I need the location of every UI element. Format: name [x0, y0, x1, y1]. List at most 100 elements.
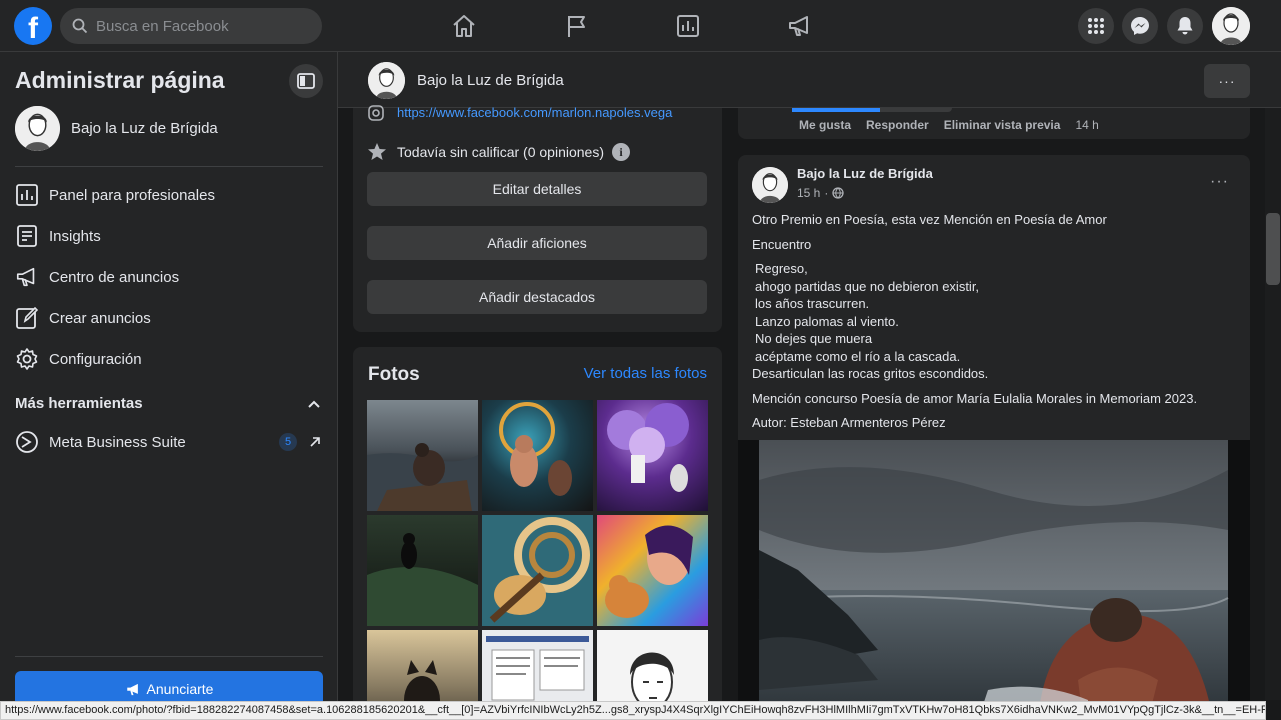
like-link[interactable]: Me gusta — [799, 118, 851, 132]
sidebar-page-profile[interactable]: Bajo la Luz de Brígida — [15, 106, 218, 151]
menu-grid-button[interactable] — [1078, 8, 1114, 44]
portrait-icon — [1212, 7, 1250, 45]
sidebar-item-meta-business-suite[interactable]: Meta Business Suite 5 — [15, 424, 323, 460]
photo-thumbnail[interactable] — [597, 400, 708, 511]
sidebar-item-professional-dashboard[interactable]: Panel para profesionales — [15, 177, 323, 213]
divider — [15, 656, 323, 657]
photo-grid — [367, 400, 708, 720]
reply-link[interactable]: Responder — [866, 118, 929, 132]
promote-button-label: Anunciarte — [146, 681, 214, 697]
facebook-logo[interactable]: f — [14, 7, 52, 45]
page-avatar — [15, 106, 60, 151]
sidebar-item-create-ads[interactable]: Crear anuncios — [15, 300, 323, 336]
search-icon — [72, 18, 88, 34]
scrollbar-thumb[interactable] — [1266, 213, 1280, 285]
post-options-button[interactable]: ··· — [1210, 173, 1229, 191]
gear-icon — [16, 348, 38, 370]
external-link-icon[interactable] — [309, 436, 321, 448]
photo-image — [367, 533, 478, 626]
portrait-icon — [15, 106, 60, 151]
photo-image — [607, 403, 689, 492]
meta-business-suite-icon — [16, 431, 38, 453]
post-line: Encuentro — [752, 236, 812, 252]
megaphone-icon[interactable] — [783, 10, 817, 42]
post-line: Otro Premio en Poesía, esta vez Mención … — [752, 212, 1107, 227]
chart-icon[interactable] — [671, 10, 705, 42]
dashboard-icon — [16, 184, 38, 206]
star-icon — [368, 143, 386, 160]
megaphone-icon — [16, 267, 35, 287]
profile-link[interactable]: https://www.facebook.com/marlon.napoles.… — [397, 105, 672, 120]
photo-thumbnail[interactable] — [482, 515, 593, 626]
sidebar-item-label: Panel para profesionales — [49, 186, 215, 204]
post-author-avatar[interactable] — [752, 167, 788, 203]
flag-icon[interactable] — [560, 10, 594, 42]
notifications-button[interactable] — [1167, 8, 1203, 44]
sidebar-item-insights[interactable]: Insights — [15, 218, 323, 254]
edit-details-button[interactable]: Editar detalles — [367, 172, 707, 206]
instagram-icon — [368, 105, 384, 121]
post-line: Mención concurso Poesía de amor María Eu… — [752, 390, 1198, 406]
sidebar-item-settings[interactable]: Configuración — [15, 341, 323, 377]
sidebar-toggle-icon — [297, 73, 315, 89]
link-preview-bar — [792, 108, 952, 112]
add-hobbies-button[interactable]: Añadir aficiones — [367, 226, 707, 260]
rating-row: Todavía sin calificar (0 opiniones) i — [367, 142, 630, 162]
messenger-button[interactable] — [1122, 8, 1158, 44]
sidebar-item-label: Centro de anuncios — [49, 268, 180, 286]
photos-title: Fotos — [368, 364, 420, 385]
chevron-up-icon[interactable] — [307, 399, 321, 409]
more-tools-section[interactable]: Más herramientas — [15, 395, 323, 412]
info-icon[interactable]: i — [612, 143, 630, 161]
portrait-icon — [368, 62, 405, 99]
home-icon[interactable] — [447, 10, 481, 42]
photo-image — [499, 402, 572, 496]
globe-icon[interactable] — [832, 187, 845, 199]
grid-menu-icon — [1088, 18, 1104, 34]
sidebar-item-label: Crear anuncios — [49, 309, 151, 327]
profile-avatar[interactable] — [1212, 7, 1250, 45]
poem-line: los años trascurren. — [755, 296, 870, 311]
megaphone-icon — [126, 683, 138, 695]
see-all-photos-link[interactable]: Ver todas las fotos — [584, 365, 707, 382]
photo-thumbnail[interactable] — [597, 515, 708, 626]
feed-post: Bajo la Luz de Brígida 15 h · ··· Otro P… — [738, 155, 1250, 720]
page-name[interactable]: Bajo la Luz de Brígida — [417, 72, 564, 89]
post-author-name[interactable]: Bajo la Luz de Brígida — [797, 166, 933, 181]
messenger-icon — [1131, 17, 1149, 35]
separator-dot: · — [824, 186, 829, 200]
post-timestamp[interactable]: 15 h — [797, 186, 820, 200]
search-input[interactable] — [96, 17, 296, 35]
scrollbar-track[interactable] — [1265, 108, 1281, 700]
photo-image — [489, 517, 590, 623]
pencil-icon — [16, 306, 39, 329]
photo-thumbnail[interactable] — [367, 515, 478, 626]
post-text: Otro Premio en Poesía, esta vez Mención … — [752, 211, 1232, 438]
poem-line: ahogo partidas que no debieron existir, — [755, 278, 980, 294]
collapse-sidebar-button[interactable] — [289, 64, 323, 98]
search-box[interactable] — [60, 8, 322, 44]
post-photo — [758, 440, 1229, 720]
add-featured-button[interactable]: Añadir destacados — [367, 280, 707, 314]
poem-line: Lanzo palomas al viento. — [755, 313, 899, 329]
poem-line: acéptame como el río a la cascada. — [755, 348, 961, 364]
poem-line: Regreso, — [755, 261, 808, 276]
remove-preview-link[interactable]: Eliminar vista previa — [944, 118, 1061, 132]
sidebar-title: Administrar página — [15, 67, 225, 93]
insights-icon — [17, 225, 37, 247]
bell-icon — [1177, 17, 1193, 35]
poem-line: No dejes que muera — [755, 331, 873, 346]
page-more-button[interactable]: ··· — [1204, 64, 1250, 98]
post-meta: 15 h · — [797, 186, 845, 200]
sidebar-item-ad-center[interactable]: Centro de anuncios — [15, 259, 323, 295]
rating-text: Todavía sin calificar (0 opiniones) — [397, 144, 604, 160]
page-avatar[interactable] — [368, 62, 405, 99]
top-bar: f — [0, 0, 1281, 52]
photo-thumbnail[interactable] — [367, 400, 478, 511]
comment-timestamp[interactable]: 14 h — [1075, 118, 1098, 132]
comment-actions: Me gusta Responder Eliminar vista previa… — [799, 118, 1114, 132]
photo-thumbnail[interactable] — [482, 400, 593, 511]
post-image[interactable] — [738, 440, 1250, 720]
more-tools-heading: Más herramientas — [15, 395, 143, 412]
browser-status-bar: https://www.facebook.com/photo/?fbid=188… — [0, 701, 1266, 720]
